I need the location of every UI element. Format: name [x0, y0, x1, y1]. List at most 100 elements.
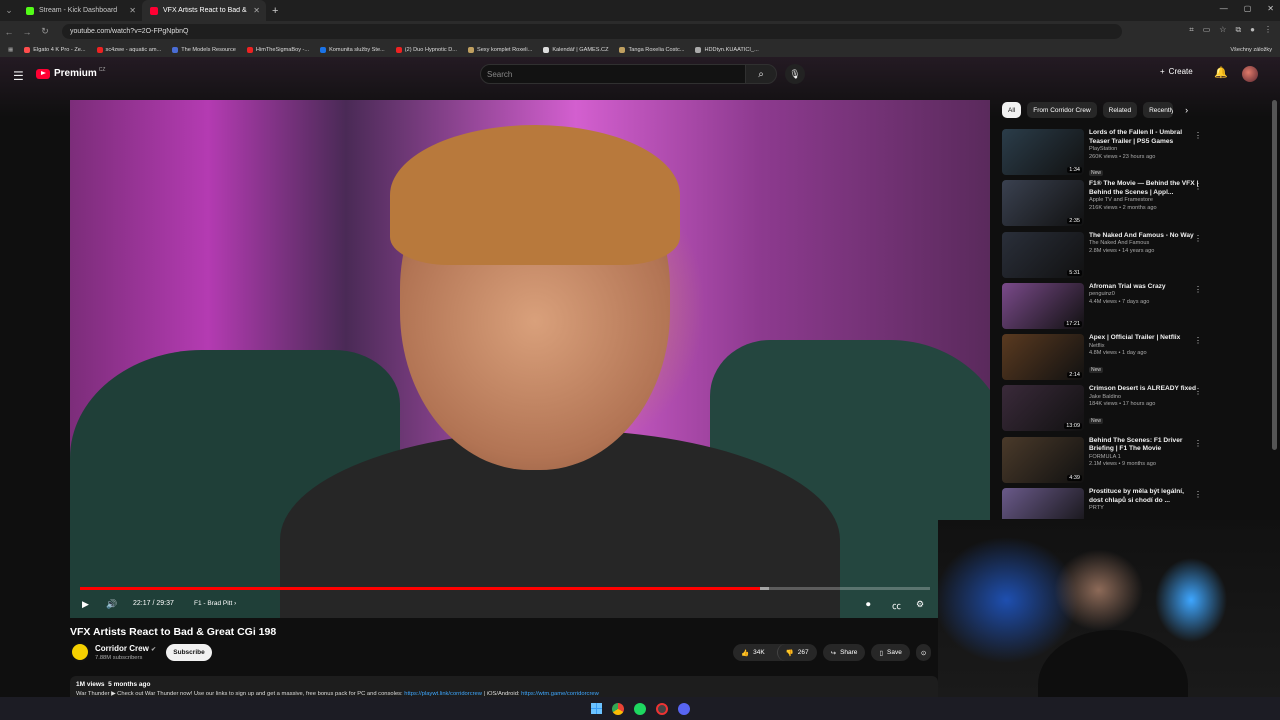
browser-tab-youtube[interactable]: VFX Artists React to Bad & Great ✕ [142, 0, 266, 21]
like-button[interactable]: 👍 34K [733, 644, 773, 661]
bookmark-item[interactable]: Kalendář | GAMES.CZ [543, 46, 608, 53]
recommendation-channel[interactable]: PRTY [1089, 505, 1199, 513]
progress-bar[interactable] [80, 587, 930, 590]
recommendation-channel[interactable]: The Naked And Famous [1089, 240, 1199, 248]
video-thumbnail[interactable]: 5:31 [1002, 231, 1084, 278]
recommendation-item[interactable]: 2:35 F1® The Movie — Behind the VFX | Beh… [1002, 180, 1212, 231]
chip-recently[interactable]: Recently [1143, 102, 1174, 118]
channel-avatar[interactable] [70, 642, 90, 662]
forward-icon[interactable]: → [18, 27, 36, 37]
bookmark-item[interactable]: (2) Duo Hypnotic D... [395, 46, 457, 53]
page-scrollbar[interactable] [1272, 100, 1277, 450]
bookmark-item[interactable]: Tanga Roxelia Costc... [619, 46, 684, 53]
bookmark-item[interactable]: Sexy komplet Roxeli... [467, 46, 532, 53]
recommendation-item[interactable]: 13:09 Crimson Desert is ALREADY fixed Jake… [1002, 385, 1212, 436]
recommendation-title[interactable]: Prostituce by měla být legální, dost chl… [1089, 488, 1199, 505]
bookmark-item[interactable]: Elgato 4 K Pro - Ze... [24, 46, 86, 53]
recommendation-title[interactable]: Afroman Trial was Crazy [1089, 283, 1199, 292]
bookmark-item[interactable]: Komunita služby Ste... [320, 46, 385, 53]
more-options-icon[interactable]: ⋮ [1194, 285, 1202, 294]
recommendation-item[interactable]: 5:31 The Naked And Famous - No Way The Nak… [1002, 231, 1212, 283]
search-input[interactable]: Search [480, 64, 746, 84]
recommendation-channel[interactable]: Jake Baldino [1089, 394, 1199, 402]
more-options-icon[interactable]: ⋮ [1194, 439, 1202, 448]
chrome-icon[interactable] [611, 702, 624, 715]
recommendation-channel[interactable]: Apple TV and Framestore [1089, 197, 1199, 205]
video-thumbnail[interactable] [1002, 488, 1084, 519]
recommendation-channel[interactable]: penguinz0 [1089, 291, 1199, 299]
video-thumbnail[interactable]: 13:09 [1002, 385, 1084, 432]
account-avatar[interactable] [1242, 66, 1258, 82]
chip-related[interactable]: Related [1102, 102, 1138, 118]
minimize-icon[interactable]: — [1220, 4, 1228, 13]
recommendation-title[interactable]: Crimson Desert is ALREADY fixed [1089, 385, 1199, 394]
windows-start-icon[interactable] [590, 703, 602, 714]
video-thumbnail[interactable]: 1:34 [1002, 129, 1084, 175]
more-options-icon[interactable]: ⋮ [1194, 387, 1202, 396]
star-icon[interactable]: ☆ [1219, 25, 1226, 35]
save-button[interactable]: ▯ Save [871, 644, 910, 661]
extensions-icon[interactable]: ⧉ [1235, 25, 1241, 35]
translate-icon[interactable]: ⌗ [1189, 25, 1194, 35]
chevron-right-icon[interactable]: › [1185, 105, 1188, 115]
captions-icon[interactable]: ㏄ [892, 599, 901, 612]
youtube-logo[interactable]: Premium CZ [36, 67, 105, 79]
recommendation-channel[interactable]: PlayStation [1089, 146, 1199, 154]
recommendation-channel[interactable]: Netflix [1089, 343, 1199, 351]
more-options-icon[interactable]: ⋮ [1194, 234, 1202, 243]
recommendation-title[interactable]: F1® The Movie — Behind the VFX | Behind … [1089, 180, 1199, 197]
more-options-icon[interactable]: ⋮ [1194, 336, 1202, 345]
video-thumbnail[interactable]: 2:14 [1002, 334, 1084, 381]
voice-search-button[interactable]: 🎙 [785, 64, 805, 84]
recommendation-channel[interactable]: FORMULA 1 [1089, 454, 1199, 462]
more-options-icon[interactable]: ⋮ [1194, 490, 1202, 499]
video-thumbnail[interactable]: 2:35 [1002, 180, 1084, 227]
new-tab-button[interactable]: + [266, 5, 284, 17]
more-icon[interactable]: ⋮ [1264, 25, 1272, 35]
bookmark-item[interactable]: HDDtyn.KUAATICI_... [695, 46, 759, 53]
apps-icon[interactable]: ▦ [8, 47, 13, 53]
profile-icon[interactable]: ● [1250, 25, 1255, 35]
url-field[interactable]: youtube.com/watch?v=2O-FPgNpbnQ [62, 24, 1122, 39]
subscribe-button[interactable]: Subscribe [166, 644, 212, 661]
reload-icon[interactable]: ↻ [36, 26, 54, 37]
search-button[interactable]: ⌕ [745, 64, 777, 84]
dislike-button[interactable]: 👎 267 [776, 644, 817, 661]
all-bookmarks[interactable]: Všechny záložky [1230, 47, 1272, 53]
more-options-icon[interactable]: ⋮ [1194, 182, 1202, 191]
create-button[interactable]: + Create [1160, 67, 1193, 76]
video-player[interactable] [70, 100, 990, 618]
chip-from-channel[interactable]: From Corridor Crew [1027, 102, 1097, 118]
recommendation-item[interactable]: Prostituce by měla být legální, dost chl… [1002, 488, 1212, 519]
bookmark-item[interactable]: The Models Resource [172, 46, 236, 53]
recommendation-item[interactable]: 1:34 Lords of the Fallen II - Umbral Teas… [1002, 129, 1212, 180]
chapter-button[interactable]: F1 - Brad Pitt › [194, 600, 236, 607]
tab-list-icon[interactable]: ⌄ [0, 5, 18, 16]
more-options-icon[interactable]: ⋮ [1194, 131, 1202, 140]
bookmark-item[interactable]: sc4zwe - aquatic am... [96, 46, 161, 53]
recommendation-title[interactable]: Behind The Scenes: F1 Driver Briefing | … [1089, 437, 1199, 454]
cast-icon[interactable]: ▭ [1203, 25, 1211, 35]
recommendation-title[interactable]: Lords of the Fallen II - Umbral Teaser T… [1089, 129, 1199, 146]
back-icon[interactable]: ← [0, 27, 18, 37]
recommendation-title[interactable]: Apex | Official Trailer | Netflix [1089, 334, 1199, 343]
app-icon[interactable] [655, 702, 668, 715]
video-thumbnail[interactable]: 4:39 [1002, 436, 1084, 483]
discord-icon[interactable] [677, 702, 690, 715]
share-button[interactable]: ↪ Share [822, 644, 866, 661]
bookmark-item[interactable]: HimTheSigmaBoy -... [246, 46, 309, 53]
close-icon[interactable]: ✕ [129, 6, 136, 15]
close-window-icon[interactable]: ✕ [1267, 4, 1274, 13]
autoplay-toggle-icon[interactable]: ⏺ [866, 599, 871, 610]
video-thumbnail[interactable]: 17:21 [1002, 282, 1084, 329]
notifications-bell-icon[interactable]: 🔔 [1214, 66, 1228, 79]
recommendation-title[interactable]: The Naked And Famous - No Way [1089, 232, 1199, 241]
close-icon[interactable]: ✕ [253, 6, 260, 15]
play-icon[interactable]: ▶ [82, 599, 89, 610]
recommendation-item[interactable]: 4:39 Behind The Scenes: F1 Driver Briefin… [1002, 436, 1212, 488]
spotify-icon[interactable] [633, 702, 646, 715]
hamburger-menu-icon[interactable]: ☰ [13, 69, 24, 83]
thanks-button[interactable]: ⊙ [915, 644, 932, 661]
recommendation-item[interactable]: 17:21 Afroman Trial was Crazy penguinz0 4.4… [1002, 282, 1212, 334]
recommendation-item[interactable]: 2:14 Apex | Official Trailer | Netflix Net… [1002, 334, 1212, 385]
